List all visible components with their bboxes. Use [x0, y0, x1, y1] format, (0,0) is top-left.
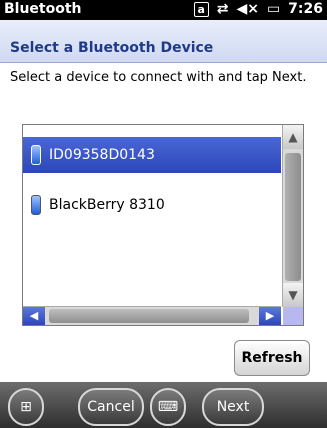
keyboard-icon: ⌨ — [157, 399, 179, 415]
device-list[interactable]: ID09358D0143 BlackBerry 8310 ▲ ▼ ◀ ▶ — [22, 124, 304, 326]
vertical-scroll-thumb[interactable] — [285, 153, 301, 281]
scroll-left-button[interactable]: ◀ — [23, 307, 45, 325]
scroll-down-button[interactable]: ▼ — [283, 283, 303, 307]
device-label: ID09358D0143 — [49, 147, 155, 163]
start-button[interactable]: ⊞ — [8, 388, 44, 426]
refresh-button[interactable]: Refresh — [234, 340, 310, 376]
status-icons: a ⇄ ◀× ▭ 7:26 — [193, 1, 323, 17]
scrollbar-corner — [283, 307, 303, 325]
page-header: Select a Bluetooth Device — [0, 20, 327, 63]
vertical-scrollbar[interactable]: ▲ ▼ — [282, 125, 303, 307]
app-title: Bluetooth — [4, 1, 82, 17]
horizontal-scrollbar[interactable]: ◀ ▶ — [23, 306, 281, 325]
status-bar: Bluetooth a ⇄ ◀× ▭ 7:26 — [0, 0, 327, 20]
device-item[interactable]: BlackBerry 8310 — [23, 187, 281, 223]
device-icon — [31, 195, 41, 215]
windows-logo-icon: ⊞ — [20, 399, 32, 415]
soft-key-bar: ⊞ Cancel ⌨ Next — [0, 382, 327, 428]
connectivity-icon: ⇄ — [216, 1, 229, 17]
device-item[interactable]: ID09358D0143 — [23, 137, 281, 173]
device-icon — [31, 145, 41, 165]
horizontal-scroll-thumb[interactable] — [49, 309, 249, 323]
keyboard-button[interactable]: ⌨ — [150, 388, 186, 426]
battery-icon: ▭ — [266, 1, 281, 17]
page-title: Select a Bluetooth Device — [10, 40, 214, 56]
next-button[interactable]: Next — [202, 388, 264, 426]
speaker-muted-icon: ◀× — [236, 1, 259, 17]
alpha-mode-icon: a — [193, 1, 209, 17]
device-label: BlackBerry 8310 — [49, 197, 165, 213]
instruction-text: Select a device to connect with and tap … — [10, 70, 307, 85]
cancel-button[interactable]: Cancel — [78, 388, 144, 426]
scroll-right-button[interactable]: ▶ — [259, 307, 281, 325]
clock: 7:26 — [288, 1, 323, 17]
scroll-up-button[interactable]: ▲ — [283, 125, 303, 149]
